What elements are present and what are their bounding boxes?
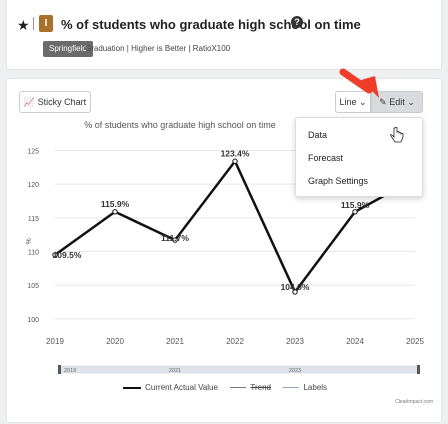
x-tick-label: 2021 [166,337,184,346]
legend-labels-label[interactable]: Labels [303,383,327,392]
range-slider-handle-right [417,365,420,374]
x-tick-label: 2024 [346,337,364,346]
x-tick-label: 2023 [286,337,304,346]
y-tick-label: 110 [28,250,39,257]
legend-trend-label[interactable]: Trend [250,383,271,392]
measure-meta: Graduation | Higher is Better | RatioX10… [85,44,231,53]
y-tick-label: 125 [27,148,39,155]
data-point [232,158,238,164]
credit-text: ClearImpact.com [395,399,433,405]
range-slider-handle-left [58,365,61,374]
data-point [352,209,358,215]
legend-trend-swatch [230,387,247,389]
annotation-arrow [339,68,379,98]
x-tick-label: 2022 [226,337,244,346]
page-title: % of students who graduate high school o… [61,17,361,32]
x-tick-label: 2019 [46,337,64,346]
range-slider-label: 2021 [169,368,181,374]
data-label: 111.7% [161,233,189,243]
y-tick-label: 120 [27,182,39,189]
x-tick-label: 2025 [406,337,424,346]
y-axis-label: % [26,238,33,244]
legend-actual-label[interactable]: Current Actual Value [145,383,218,392]
menu-item-data[interactable]: Data [308,130,327,140]
legend-actual-swatch [122,386,141,389]
legend-labels-swatch [283,387,300,389]
data-label: 109.5% [53,250,82,260]
menu-item-graph-settings[interactable]: Graph Settings [308,176,368,186]
divider [33,17,34,30]
help-icon[interactable]: ? [291,16,303,28]
y-tick-label: 115 [28,216,39,223]
hand-cursor-icon [390,127,404,143]
data-label: 115.9% [341,200,370,210]
data-label: 115.9% [101,199,130,209]
range-slider-track [58,365,420,374]
range-slider-label: 2019 [64,368,76,374]
data-label: 123.4% [221,148,250,158]
chart-card: 📈 Sticky Chart Line ⌄ ✎ Edit ⌄ % of stud… [6,78,442,423]
y-tick-label: 105 [27,283,39,290]
range-slider-label: 2023 [289,368,301,374]
star-icon[interactable]: ★ [17,17,30,34]
indicator-badge: I [39,15,53,32]
chart-legend: Current Actual Value Trend Labels [7,383,443,392]
y-tick-label: 100 [27,317,39,324]
data-label: 104.0% [281,282,310,292]
x-tick-label: 2020 [106,337,124,346]
data-point [112,209,118,215]
menu-item-forecast[interactable]: Forecast [308,153,343,163]
